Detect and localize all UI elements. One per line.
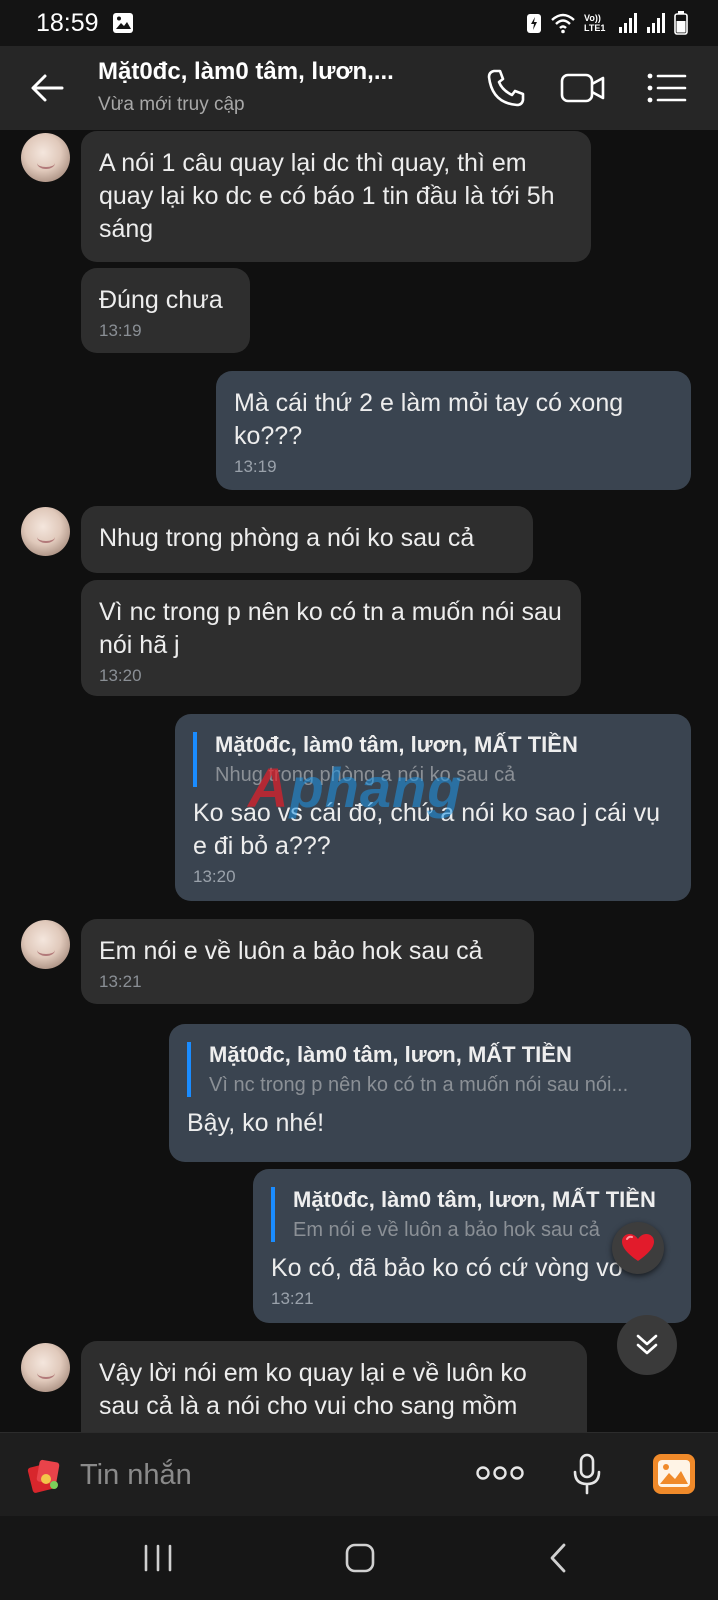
message-composer bbox=[0, 1432, 718, 1516]
avatar[interactable] bbox=[21, 133, 70, 182]
message-bubble-incoming[interactable]: Vậy lời nói em ko quay lại e về luôn ko … bbox=[81, 1341, 587, 1432]
voice-message-button[interactable] bbox=[572, 1453, 602, 1500]
sticker-button[interactable] bbox=[24, 1455, 64, 1495]
scroll-to-bottom-button[interactable] bbox=[617, 1315, 677, 1375]
last-seen-status: Vừa mới truy cập bbox=[98, 94, 245, 115]
avatar[interactable] bbox=[21, 920, 70, 969]
quoted-message[interactable]: Mặt0đc, làm0 tâm, lươn, MẤT TIỀN Vì nc t… bbox=[187, 1042, 673, 1097]
message-input[interactable] bbox=[80, 1453, 440, 1497]
message-bubble-incoming[interactable]: Đúng chưa 13:19 bbox=[81, 268, 250, 353]
message-bubble-incoming[interactable]: Vì nc trong p nên ko có tn a muốn nói sa… bbox=[81, 580, 581, 696]
back-button[interactable] bbox=[28, 68, 68, 108]
status-time: 18:59 bbox=[36, 9, 99, 37]
voice-call-button[interactable] bbox=[484, 66, 528, 110]
phone-icon bbox=[487, 69, 525, 107]
signal-2-icon bbox=[647, 13, 665, 33]
red-envelope-sticker-icon bbox=[27, 1459, 60, 1493]
chat-title[interactable]: Mặt0đc, làm0 tâm, lươn,... bbox=[98, 58, 428, 86]
message-bubble-incoming[interactable]: Em nói e về luôn a bảo hok sau cả 13:21 bbox=[81, 919, 534, 1004]
message-time: 13:21 bbox=[99, 972, 142, 991]
chat-header: Mặt0đc, làm0 tâm, lươn,... Vừa mới truy … bbox=[0, 46, 718, 130]
message-text: Vậy lời nói em ko quay lại e về luôn ko … bbox=[99, 1359, 527, 1420]
quoted-sender: Mặt0đc, làm0 tâm, lươn, MẤT TIỀN bbox=[209, 1042, 572, 1067]
message-time: 13:21 bbox=[271, 1289, 314, 1308]
video-call-icon bbox=[560, 73, 605, 103]
message-bubble-outgoing[interactable]: Mặt0đc, làm0 tâm, lươn, MẤT TIỀN Vì nc t… bbox=[169, 1024, 691, 1162]
back-chevron-icon bbox=[550, 1543, 566, 1573]
double-chevron-down-icon bbox=[636, 1334, 658, 1355]
message-time: 13:20 bbox=[99, 666, 142, 685]
message-list[interactable]: A nói 1 câu quay lại dc thì quay, thì em… bbox=[0, 130, 718, 1432]
wifi-icon bbox=[551, 13, 575, 34]
message-text: Bậy, ko nhé! bbox=[187, 1109, 325, 1137]
more-options-button[interactable] bbox=[476, 1463, 524, 1488]
signal-1-icon bbox=[619, 13, 637, 33]
heart-icon bbox=[622, 1234, 654, 1261]
message-text: Em nói e về luôn a bảo hok sau cả bbox=[99, 937, 483, 965]
back-arrow-icon bbox=[31, 74, 64, 102]
message-time: 13:19 bbox=[234, 457, 277, 476]
quoted-sender: Mặt0đc, làm0 tâm, lươn, MẤT TIỀN bbox=[293, 1187, 656, 1212]
recent-apps-button[interactable] bbox=[138, 1540, 178, 1576]
message-time: 13:19 bbox=[99, 321, 142, 340]
message-text: Nhug trong phòng a nói ko sau cả bbox=[99, 524, 475, 552]
chat-options-button[interactable] bbox=[645, 66, 689, 110]
gallery-image-icon bbox=[653, 1454, 695, 1494]
avatar[interactable] bbox=[21, 507, 70, 556]
message-text: Mà cái thứ 2 e làm mỏi tay có xong ko??? bbox=[234, 389, 624, 450]
home-icon bbox=[345, 1543, 375, 1573]
watermark: Aphang bbox=[248, 756, 463, 819]
message-bubble-incoming[interactable]: A nói 1 câu quay lại dc thì quay, thì em… bbox=[81, 131, 591, 262]
message-text: Đúng chưa bbox=[99, 286, 223, 314]
back-nav-button[interactable] bbox=[540, 1540, 580, 1576]
message-time: 13:20 bbox=[193, 867, 236, 886]
battery-saver-icon bbox=[527, 14, 541, 33]
system-navigation-bar bbox=[0, 1516, 718, 1600]
gallery-button[interactable] bbox=[652, 1453, 696, 1500]
message-text: Vì nc trong p nên ko có tn a muốn nói sa… bbox=[99, 598, 562, 659]
volte-label: Vo)) LTE1 bbox=[584, 13, 606, 33]
status-icons: Vo)) LTE1 bbox=[526, 10, 688, 36]
recent-apps-icon bbox=[144, 1544, 172, 1572]
menu-list-icon bbox=[647, 73, 687, 103]
quoted-text: Vì nc trong p nên ko có tn a muốn nói sa… bbox=[209, 1074, 629, 1096]
home-button[interactable] bbox=[340, 1540, 380, 1576]
gallery-notification-icon bbox=[112, 12, 134, 39]
avatar[interactable] bbox=[21, 1343, 70, 1392]
message-text: A nói 1 câu quay lại dc thì quay, thì em… bbox=[99, 149, 555, 243]
quoted-message[interactable]: Mặt0đc, làm0 tâm, lươn, MẤT TIỀN Em nói … bbox=[271, 1187, 673, 1242]
battery-icon bbox=[674, 11, 688, 35]
message-bubble-incoming[interactable]: Nhug trong phòng a nói ko sau cả bbox=[81, 506, 533, 573]
status-bar: 18:59 Vo)) LTE1 bbox=[0, 0, 718, 46]
message-bubble-outgoing[interactable]: Mà cái thứ 2 e làm mỏi tay có xong ko???… bbox=[216, 371, 691, 490]
video-call-button[interactable] bbox=[560, 66, 605, 110]
heart-reaction[interactable] bbox=[612, 1222, 664, 1274]
microphone-icon bbox=[573, 1453, 601, 1495]
more-dots-icon bbox=[476, 1466, 524, 1480]
